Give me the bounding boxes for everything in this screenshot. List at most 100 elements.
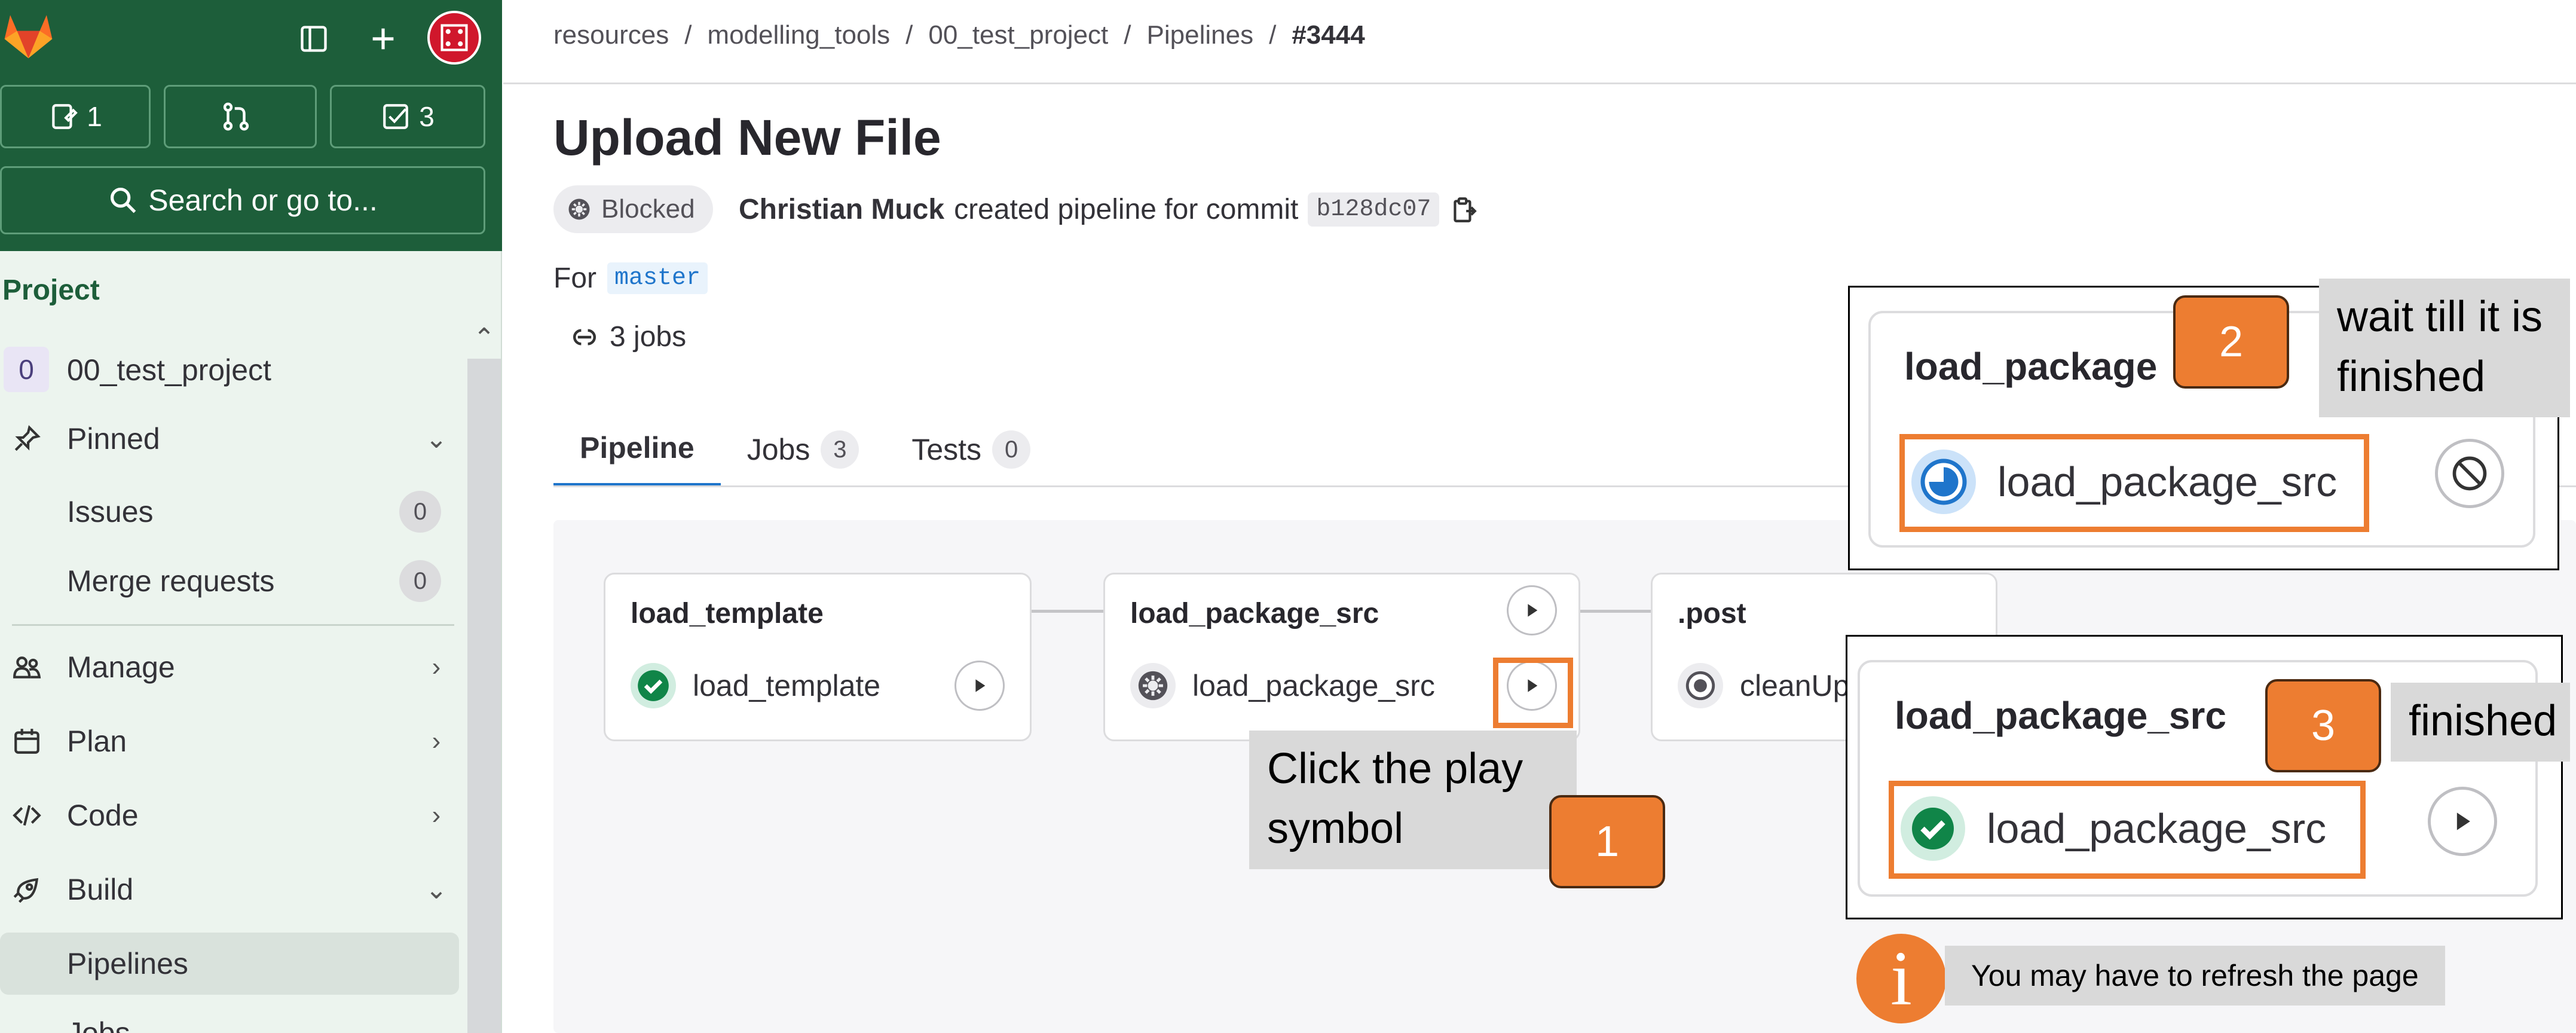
copy-clipboard-icon[interactable]	[1449, 195, 1479, 225]
pipeline-icon	[573, 329, 596, 345]
sidebar-item-code[interactable]: Code ›	[0, 786, 454, 845]
tab-jobs[interactable]: Jobs 3	[721, 412, 886, 487]
sidebar-item-plan[interactable]: Plan ›	[0, 711, 454, 771]
tab-label: Tests	[911, 433, 982, 466]
merge-requests-counter-button[interactable]	[164, 85, 317, 148]
cancel-button[interactable]	[2435, 439, 2504, 508]
collapse-sidebar-icon[interactable]	[293, 18, 335, 60]
stage-play-button[interactable]	[1507, 585, 1557, 635]
project-avatar[interactable]: 0	[4, 347, 49, 392]
step2-job-name: load_package_src	[1997, 459, 2338, 505]
status-badge[interactable]: Blocked	[553, 185, 713, 233]
step1-instruction: Click the play symbol	[1249, 731, 1577, 869]
merge-request-icon	[223, 102, 249, 131]
sidebar-scrollbar[interactable]	[467, 359, 501, 1033]
highlight-play-button-frame	[1493, 658, 1573, 728]
job-name: cleanUp	[1740, 669, 1850, 702]
todos-counter-button[interactable]: 3	[330, 85, 485, 148]
pin-icon	[0, 424, 54, 454]
sidebar-item-jobs[interactable]: Jobs	[0, 1002, 459, 1033]
sidebar-item-manage[interactable]: Manage ›	[0, 637, 454, 697]
sidebar-item-build[interactable]: Build ⌄	[0, 860, 454, 919]
running-status-icon	[1911, 450, 1976, 514]
project-name-link[interactable]: 00_test_project	[67, 353, 271, 387]
stage-title: load_template	[631, 598, 824, 629]
tab-label: Pipeline	[580, 431, 695, 464]
play-button[interactable]	[2428, 787, 2497, 856]
play-button[interactable]	[954, 661, 1005, 711]
sidebar-item-pipelines[interactable]: Pipelines	[0, 933, 459, 995]
breadcrumb-item[interactable]: modelling_tools	[707, 20, 890, 50]
refresh-hint: You may have to refresh the page	[1945, 946, 2445, 1006]
breadcrumb-separator: /	[684, 20, 692, 50]
job-item[interactable]: cleanUp	[1678, 663, 1849, 708]
status-label: Blocked	[601, 194, 695, 224]
stage-title: .post	[1678, 598, 1746, 629]
breadcrumb-item[interactable]: Pipelines	[1147, 20, 1254, 50]
stage-connector	[1032, 610, 1103, 613]
issues-count-badge: 0	[399, 491, 441, 533]
jobs-count-label: 3 jobs	[610, 321, 687, 353]
cancel-icon	[2452, 456, 2487, 491]
tab-count-badge: 3	[821, 430, 859, 469]
job-item[interactable]: load_template	[631, 663, 880, 708]
scroll-up-arrow-icon[interactable]: ⌃	[467, 323, 501, 359]
breadcrumb-separator: /	[905, 20, 913, 50]
step3-card-title: load_package_src	[1895, 694, 2226, 737]
jobs-summary: 3 jobs	[568, 320, 686, 353]
tab-tests[interactable]: Tests 0	[885, 412, 1057, 487]
sidebar-divider	[12, 624, 454, 626]
sidebar-item-label: Pinned	[67, 422, 160, 456]
breadcrumb-separator: /	[1269, 20, 1277, 50]
rocket-icon	[0, 875, 54, 904]
calendar-icon	[0, 726, 54, 756]
stage-title: load_package_src	[1130, 598, 1379, 629]
created-text: created pipeline for commit	[954, 194, 1299, 225]
sidebar-item-pinned[interactable]: Pinned ⌄	[0, 409, 454, 469]
page-title: Upload New File	[553, 109, 941, 166]
search-label: Search or go to...	[148, 184, 378, 217]
stage-connector	[1580, 610, 1651, 613]
success-status-icon	[1901, 796, 1965, 861]
todos-count: 3	[419, 101, 435, 132]
sidebar-item-label: Jobs	[67, 1016, 130, 1033]
job-name: load_package_src	[1192, 669, 1435, 702]
chevron-right-icon: ›	[432, 800, 441, 830]
step1-number: 1	[1549, 795, 1665, 888]
sidebar-item-label: Plan	[67, 725, 127, 758]
created-status-icon	[1678, 663, 1723, 708]
issues-icon	[52, 104, 78, 129]
breadcrumb: resources / modelling_tools / 00_test_pr…	[553, 20, 1365, 50]
step3-status-label: finished	[2391, 683, 2570, 762]
search-button[interactable]: Search or go to...	[0, 166, 485, 234]
play-icon	[2456, 812, 2470, 830]
sidebar-header: 1 3 Search or go to...	[0, 0, 502, 251]
sidebar-item-merge-requests[interactable]: Merge requests 0	[0, 550, 459, 612]
gear-icon	[568, 198, 590, 220]
user-avatar[interactable]	[427, 11, 481, 65]
tab-pipeline[interactable]: Pipeline	[553, 412, 721, 487]
for-label: For	[553, 262, 596, 294]
branch-link[interactable]: master	[607, 262, 708, 294]
chevron-down-icon: ⌄	[425, 424, 448, 454]
step2-instruction: wait till it is finished	[2319, 279, 2570, 417]
breadcrumb-current[interactable]: #3444	[1292, 20, 1365, 50]
gitlab-logo-icon[interactable]	[0, 6, 57, 63]
issues-count: 1	[87, 101, 102, 132]
chevron-down-icon: ⌄	[425, 875, 448, 904]
step2-number: 2	[2173, 295, 2289, 389]
search-icon	[111, 187, 136, 213]
sidebar-item-issues[interactable]: Issues 0	[0, 481, 459, 543]
author-name[interactable]: Christian Muck	[739, 193, 944, 226]
play-icon	[1528, 604, 1538, 617]
breadcrumb-item[interactable]: resources	[553, 20, 669, 50]
merge-requests-count-badge: 0	[399, 560, 441, 602]
job-item[interactable]: load_package_src	[1130, 663, 1435, 708]
pipeline-creator-line: Christian Muck created pipeline for comm…	[739, 192, 1479, 227]
commit-sha[interactable]: b128dc07	[1308, 192, 1440, 227]
create-new-icon[interactable]	[362, 18, 404, 60]
chevron-right-icon: ›	[432, 726, 441, 756]
tab-label: Jobs	[747, 433, 810, 466]
breadcrumb-item[interactable]: 00_test_project	[928, 20, 1108, 50]
issues-counter-button[interactable]: 1	[0, 85, 151, 148]
